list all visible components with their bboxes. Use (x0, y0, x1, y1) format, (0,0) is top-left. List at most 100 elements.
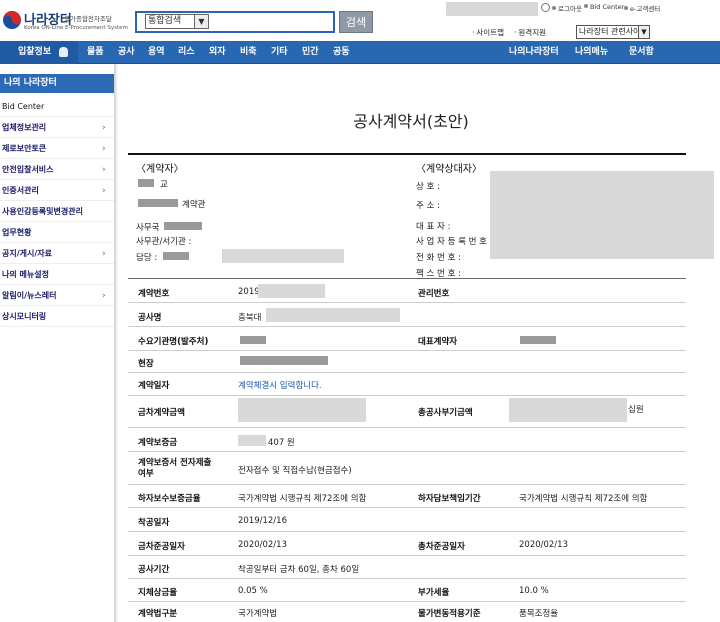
sidebar-item-menu-settings[interactable]: 나의 메뉴설정 (0, 265, 114, 285)
row-divider (128, 372, 686, 373)
price-change-basis-value: 품목조정율 (519, 609, 559, 619)
sidebar-item-company-info[interactable]: 업체정보관리 › (0, 118, 114, 138)
chevron-right-icon: › (102, 144, 106, 154)
search-scope-select[interactable]: 통합검색 ▼ (145, 14, 209, 29)
nav-item-document-box[interactable]: 문서함 (629, 41, 654, 64)
defect-period-label: 하자담보책임기간 (418, 494, 481, 504)
nav-item-private[interactable]: 민간 (302, 41, 319, 64)
redacted-project-name (266, 308, 400, 322)
redacted-officer (138, 199, 178, 207)
project-name-value: 충북대 (238, 313, 262, 323)
search-button[interactable]: 검색 (339, 11, 373, 33)
management-number-label: 관리번호 (418, 289, 450, 299)
redacted-manager (163, 252, 189, 260)
nav-item-bid-info[interactable]: 입찰정보 (18, 41, 51, 64)
nav-item-construction[interactable]: 공사 (118, 41, 135, 64)
section-rule (128, 278, 686, 279)
sidebar-item-notice[interactable]: 공지/게시/자료 › (0, 244, 114, 264)
chevron-right-icon: › (102, 249, 106, 259)
row-divider (128, 326, 686, 327)
redacted-site (240, 356, 328, 365)
redacted-manager-contact (222, 249, 344, 263)
nav-item-my-naramarket[interactable]: 나의나라장터 (509, 41, 559, 64)
contractor-agency-suffix: 교 (160, 180, 168, 190)
contractor-office-label: 사무국 (136, 223, 160, 233)
user-info-redacted (446, 2, 538, 16)
sidebar-item-label: 상시모니터링 (2, 312, 47, 321)
sidebar-item-newsletter[interactable]: 알림이/뉴스레터 › (0, 286, 114, 306)
chevron-right-icon: › (102, 123, 106, 133)
vat-rate-label: 부가세율 (418, 588, 450, 598)
bullet-icon (552, 6, 556, 10)
customer-center-label: e-고객센터 (630, 5, 661, 13)
redacted-contract-number (258, 284, 325, 298)
related-sites-select[interactable]: 나라장터 관련사이트 ▼ (576, 25, 650, 39)
nav-item-etc[interactable]: 기타 (271, 41, 288, 64)
nav-item-service[interactable]: 용역 (148, 41, 165, 64)
guarantee-deposit-label: 계약보증금 (138, 438, 178, 448)
bullet-icon (624, 6, 628, 10)
contract-date-value: 계약체결시 입력합니다. (238, 381, 322, 391)
sidebar-item-bid-center[interactable]: Bid Center (0, 97, 114, 117)
total-amount-suffix: 십원 (628, 405, 644, 415)
row-divider (128, 302, 686, 303)
client-agency-label: 수요기관명(발주처) (138, 337, 209, 347)
vat-rate-value: 10.0 % (519, 586, 549, 596)
delay-penalty-value: 0.05 % (238, 586, 268, 596)
total-completion-value: 2020/02/13 (519, 540, 568, 550)
logout-link[interactable]: 로그아웃 (552, 3, 582, 13)
nav-item-foreign[interactable]: 외자 (209, 41, 226, 64)
nav-item-joint[interactable]: 공동 (333, 41, 350, 64)
counterparty-heading: 〈계약상대자〉 (416, 164, 482, 175)
sidebar-item-label: Bid Center (2, 102, 45, 111)
sidebar-item-label: 알림이/뉴스레터 (2, 291, 57, 300)
sidebar-item-zero-token[interactable]: 제로보안토큰 › (0, 139, 114, 159)
start-date-value: 2019/12/16 (238, 516, 287, 526)
sidebar-item-safe-bid[interactable]: 안전입찰서비스 › (0, 160, 114, 180)
sidebar-item-label: 업체정보관리 (2, 123, 47, 132)
remote-support-link[interactable]: 원격지원 (514, 27, 546, 38)
total-amount-label: 총공사부기금액 (418, 408, 473, 418)
nav-item-lease[interactable]: 리스 (178, 41, 195, 64)
start-date-label: 착공일자 (138, 518, 170, 528)
row-divider (128, 395, 686, 396)
sidebar-item-seal-registration[interactable]: 사용인감등록및변경관리 (0, 202, 114, 222)
sidebar-item-certificate[interactable]: 인증서관리 › (0, 181, 114, 201)
lead-contractor-label: 대표계약자 (418, 337, 458, 347)
defect-rate-label: 하자보수보증금율 (138, 494, 201, 504)
guarantee-deposit-value: 407 원 (268, 438, 295, 448)
search-box[interactable]: 통합검색 ▼ (135, 11, 335, 33)
guarantee-submission-label: 계약보증서 전자제출여부 (138, 458, 212, 479)
customer-center-link[interactable]: e-고객센터 (624, 3, 660, 13)
sidebar-item-label: 안전입찰서비스 (2, 165, 54, 174)
contract-number-value: 2019 (238, 287, 260, 297)
chevron-down-icon: ▼ (194, 15, 208, 28)
row-divider (128, 484, 686, 485)
contractor-manager-label: 담당 : (136, 253, 158, 263)
row-divider (128, 350, 686, 351)
logout-label: 로그아웃 (558, 5, 582, 13)
chevron-right-icon: › (102, 186, 106, 196)
sidebar-item-label: 업무현황 (2, 228, 32, 237)
contract-number-label: 계약번호 (138, 289, 170, 299)
sidebar-item-monitoring[interactable]: 상시모니터링 (0, 307, 114, 327)
bid-center-link[interactable]: Bid Center (584, 3, 624, 11)
defect-period-value: 국가계약법 시행규칙 제72조에 의함 (519, 494, 648, 504)
nav-item-stockpile[interactable]: 비축 (240, 41, 257, 64)
guarantee-submission-value: 전자접수 및 직접수납(현금접수) (238, 466, 352, 476)
sidebar-item-work-status[interactable]: 업무현황 (0, 223, 114, 243)
sitemap-link[interactable]: 사이트맵 (472, 27, 504, 38)
bullet-icon (584, 4, 588, 8)
taegeuk-emblem-icon (3, 11, 21, 29)
nav-item-my-menu[interactable]: 나의메뉴 (575, 41, 608, 64)
nav-item-goods[interactable]: 물품 (87, 41, 104, 64)
delay-penalty-label: 지체상금율 (138, 588, 178, 598)
sidebar-item-label: 사용인감등록및변경관리 (2, 207, 83, 216)
contract-law-label: 계약법구분 (138, 609, 178, 619)
counterparty-name-label: 상 호 : (416, 182, 440, 192)
contract-date-label: 계약일자 (138, 381, 170, 391)
redacted-current-amount (238, 398, 366, 422)
defect-rate-value: 국가계약법 시행규칙 제72조에 의함 (238, 494, 367, 504)
site-logo[interactable]: 나라장터 국가종합전자조달 Korea ON-Line E-Procuremen… (0, 6, 128, 34)
bid-center-label: Bid Center (590, 3, 625, 11)
